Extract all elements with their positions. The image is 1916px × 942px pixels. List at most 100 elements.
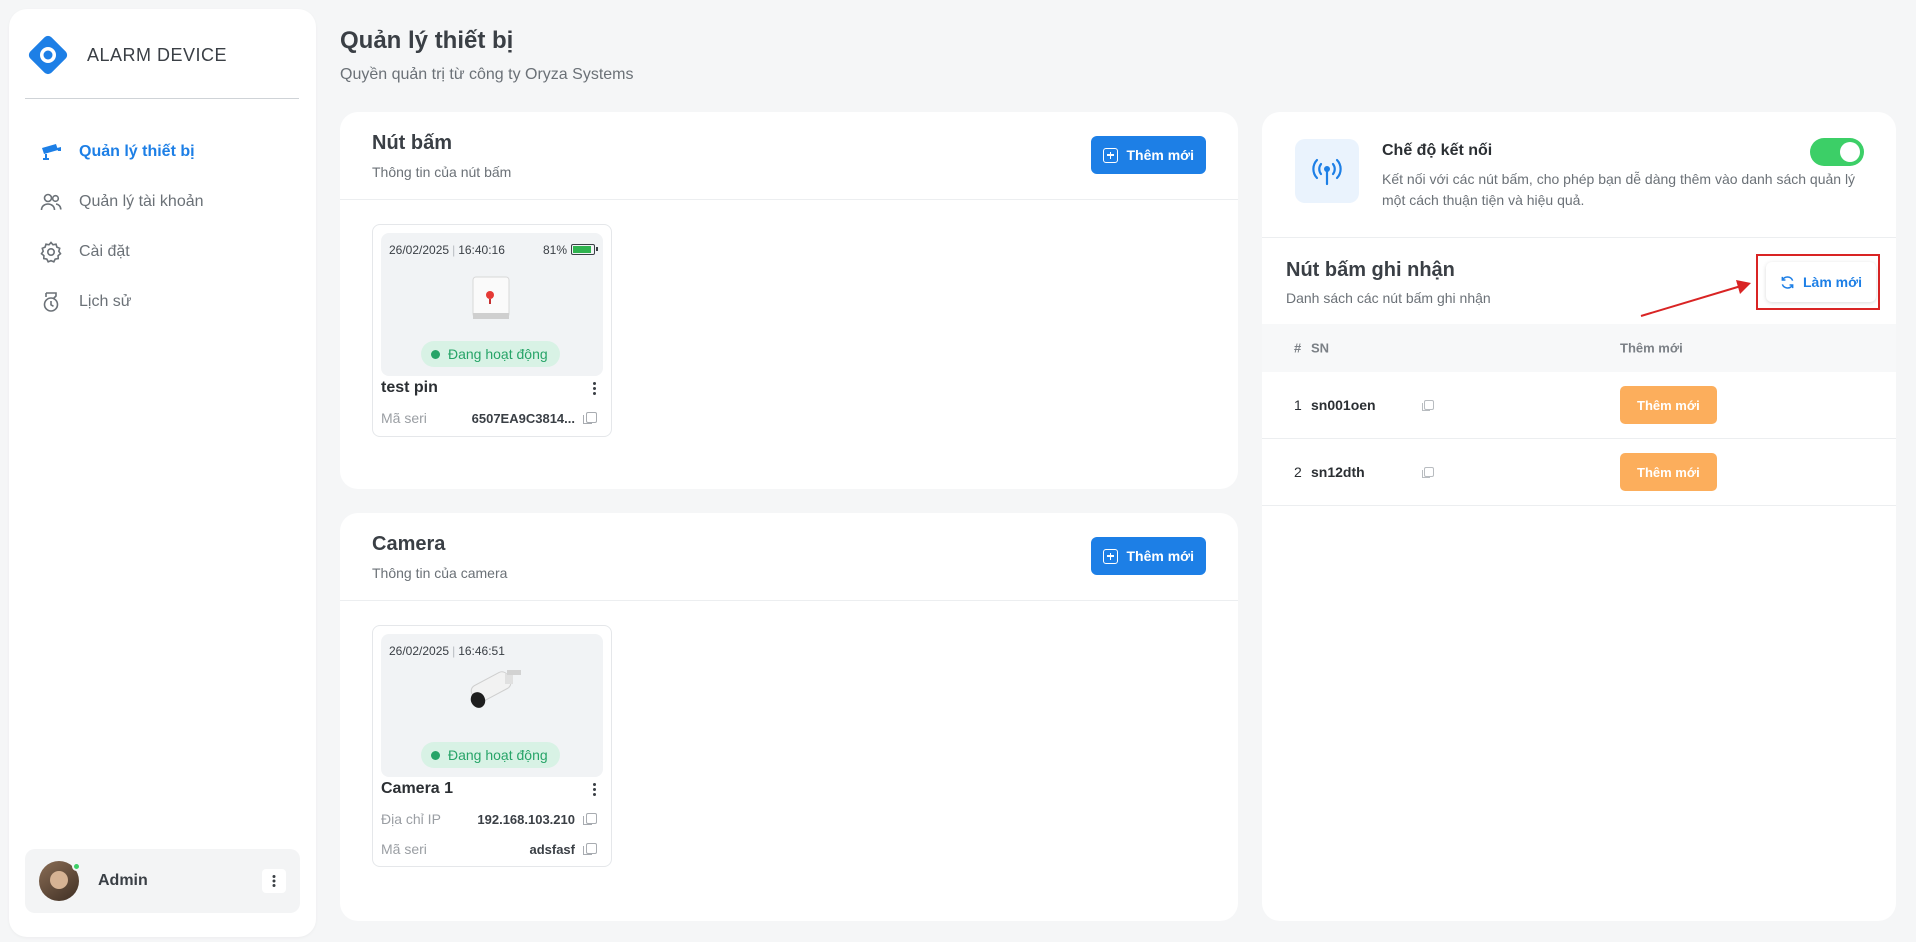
battery-icon — [571, 244, 598, 255]
add-button-label: Thêm mới — [1126, 147, 1194, 163]
device-timestamp: 26/02/2025 | 16:46:51 — [389, 644, 505, 658]
device-menu-button[interactable] — [593, 380, 597, 397]
status-dot-icon — [431, 750, 440, 760]
divider — [1262, 237, 1896, 238]
plus-square-icon — [1103, 147, 1119, 163]
connection-panel: Chế độ kết nối Kết nối với các nút bấm, … — [1262, 112, 1896, 921]
sidebar-item-settings[interactable]: Cài đặt — [39, 227, 204, 277]
user-profile[interactable]: Admin — [25, 849, 300, 913]
device-card[interactable]: 26/02/2025 | 16:40:16 81% Đang hoạt động t… — [372, 224, 612, 437]
add-recorded-button[interactable]: Thêm mới — [1620, 386, 1717, 424]
ip-value: 192.168.103.210 — [477, 812, 575, 827]
connection-mode-toggle[interactable] — [1810, 138, 1864, 166]
camera-card: Camera Thông tin của camera Thêm mới 26/… — [340, 513, 1238, 921]
online-status-indicator — [72, 862, 81, 871]
sidebar-item-device-management[interactable]: Quản lý thiết bị — [39, 127, 204, 177]
device-card[interactable]: 26/02/2025 | 16:46:51 Đang hoạt động Camer… — [372, 625, 612, 867]
recorded-title: Nút bấm ghi nhận — [1286, 259, 1455, 281]
device-name: Camera 1 — [381, 780, 454, 797]
more-vertical-icon — [272, 875, 276, 887]
user-name: Admin — [98, 872, 148, 889]
row-number: 1 — [1294, 397, 1302, 413]
device-menu-button[interactable] — [593, 781, 597, 798]
sidebar-item-label: Quản lý thiết bị — [79, 143, 195, 160]
status-text: Đang hoạt động — [448, 346, 548, 362]
device-time: 16:40:16 — [458, 243, 505, 257]
sidebar-item-label: Quản lý tài khoản — [79, 193, 204, 210]
add-button-device-button[interactable]: Thêm mới — [1091, 136, 1206, 174]
serial-value: adsfasf — [529, 842, 575, 857]
plus-square-icon — [1103, 548, 1119, 564]
card-title: Nút bấm — [372, 132, 452, 154]
card-subtitle: Thông tin của nút bấm — [372, 164, 512, 180]
column-header-num: # — [1294, 340, 1302, 356]
card-title: Camera — [372, 533, 446, 555]
status-dot-icon — [431, 349, 440, 359]
divider — [340, 199, 1238, 200]
sidebar: ALARM DEVICE Quản lý thiết bị Quản lý tà… — [9, 9, 316, 937]
copy-icon[interactable] — [1422, 467, 1434, 478]
connection-mode-title: Chế độ kết nối — [1382, 142, 1493, 159]
camera-image — [470, 670, 521, 708]
cctv-camera-icon — [39, 140, 63, 164]
copy-icon[interactable] — [583, 813, 597, 825]
alarm-button-image — [472, 276, 510, 319]
refresh-icon — [1781, 275, 1794, 289]
device-date: 26/02/2025 — [389, 644, 450, 658]
sidebar-nav: Quản lý thiết bị Quản lý tài khoản Cài đ… — [39, 127, 204, 327]
status-text: Đang hoạt động — [448, 747, 548, 763]
add-camera-label: Thêm mới — [1126, 548, 1194, 564]
copy-icon[interactable] — [583, 412, 597, 424]
table-row: 2 sn12dth Thêm mới — [1262, 439, 1896, 506]
row-action-cell: Thêm mới — [1620, 386, 1717, 424]
card-subtitle: Thông tin của camera — [372, 565, 508, 581]
device-preview: 26/02/2025 | 16:46:51 Đang hoạt động — [381, 634, 603, 777]
page-title: Quản lý thiết bị — [340, 27, 514, 54]
serial-label: Mã seri — [381, 841, 427, 857]
serial-label: Mã seri — [381, 410, 427, 426]
app-logo[interactable]: ALARM DEVICE — [27, 34, 227, 76]
sidebar-item-label: Lịch sử — [79, 293, 132, 310]
ip-label: Địa chỉ IP — [381, 811, 441, 827]
device-timestamp: 26/02/2025 | 16:40:16 — [389, 243, 505, 257]
recorded-subtitle: Danh sách các nút bấm ghi nhận — [1286, 290, 1491, 306]
app-name: ALARM DEVICE — [87, 44, 228, 65]
column-header-action: Thêm mới — [1620, 340, 1683, 356]
copy-icon[interactable] — [583, 843, 597, 855]
row-action-cell: Thêm mới — [1620, 453, 1717, 491]
logo-icon — [27, 34, 69, 76]
status-badge: Đang hoạt động — [421, 341, 560, 367]
row-sn: sn001oen — [1311, 397, 1376, 413]
add-recorded-button[interactable]: Thêm mới — [1620, 453, 1717, 491]
page-subtitle: Quyền quản trị từ công ty Oryza Systems — [340, 66, 634, 83]
refresh-label: Làm mới — [1803, 274, 1862, 290]
device-preview: 26/02/2025 | 16:40:16 81% Đang hoạt động — [381, 233, 603, 376]
sidebar-item-history[interactable]: Lịch sử — [39, 277, 204, 327]
buttons-card: Nút bấm Thông tin của nút bấm Thêm mới 2… — [340, 112, 1238, 489]
gear-icon — [39, 240, 63, 264]
history-icon — [39, 290, 63, 314]
add-camera-button[interactable]: Thêm mới — [1091, 537, 1206, 575]
connection-mode-description: Kết nối với các nút bấm, cho phép bạn dễ… — [1382, 171, 1856, 208]
sidebar-item-label: Cài đặt — [79, 243, 130, 260]
serial-value: 6507EA9C3814... — [471, 411, 575, 426]
divider — [340, 600, 1238, 601]
device-name: test pin — [381, 379, 438, 396]
table-header: # SN Thêm mới — [1262, 324, 1896, 372]
copy-icon[interactable] — [1422, 400, 1434, 411]
device-date: 26/02/2025 — [389, 243, 450, 257]
broadcast-icon — [1295, 139, 1359, 203]
device-time: 16:46:51 — [458, 644, 505, 658]
refresh-button[interactable]: Làm mới — [1766, 262, 1876, 302]
sidebar-item-account-management[interactable]: Quản lý tài khoản — [39, 177, 204, 227]
row-sn: sn12dth — [1311, 464, 1365, 480]
battery-percentage: 81% — [542, 243, 567, 257]
column-header-sn: SN — [1311, 340, 1330, 356]
status-badge: Đang hoạt động — [421, 742, 560, 768]
row-number: 2 — [1294, 464, 1302, 480]
table-row: 1 sn001oen Thêm mới — [1262, 372, 1896, 439]
user-menu-button[interactable] — [262, 869, 286, 893]
annotation-arrow-icon — [1640, 280, 1751, 317]
users-icon — [39, 190, 63, 214]
logo-divider — [25, 98, 299, 99]
